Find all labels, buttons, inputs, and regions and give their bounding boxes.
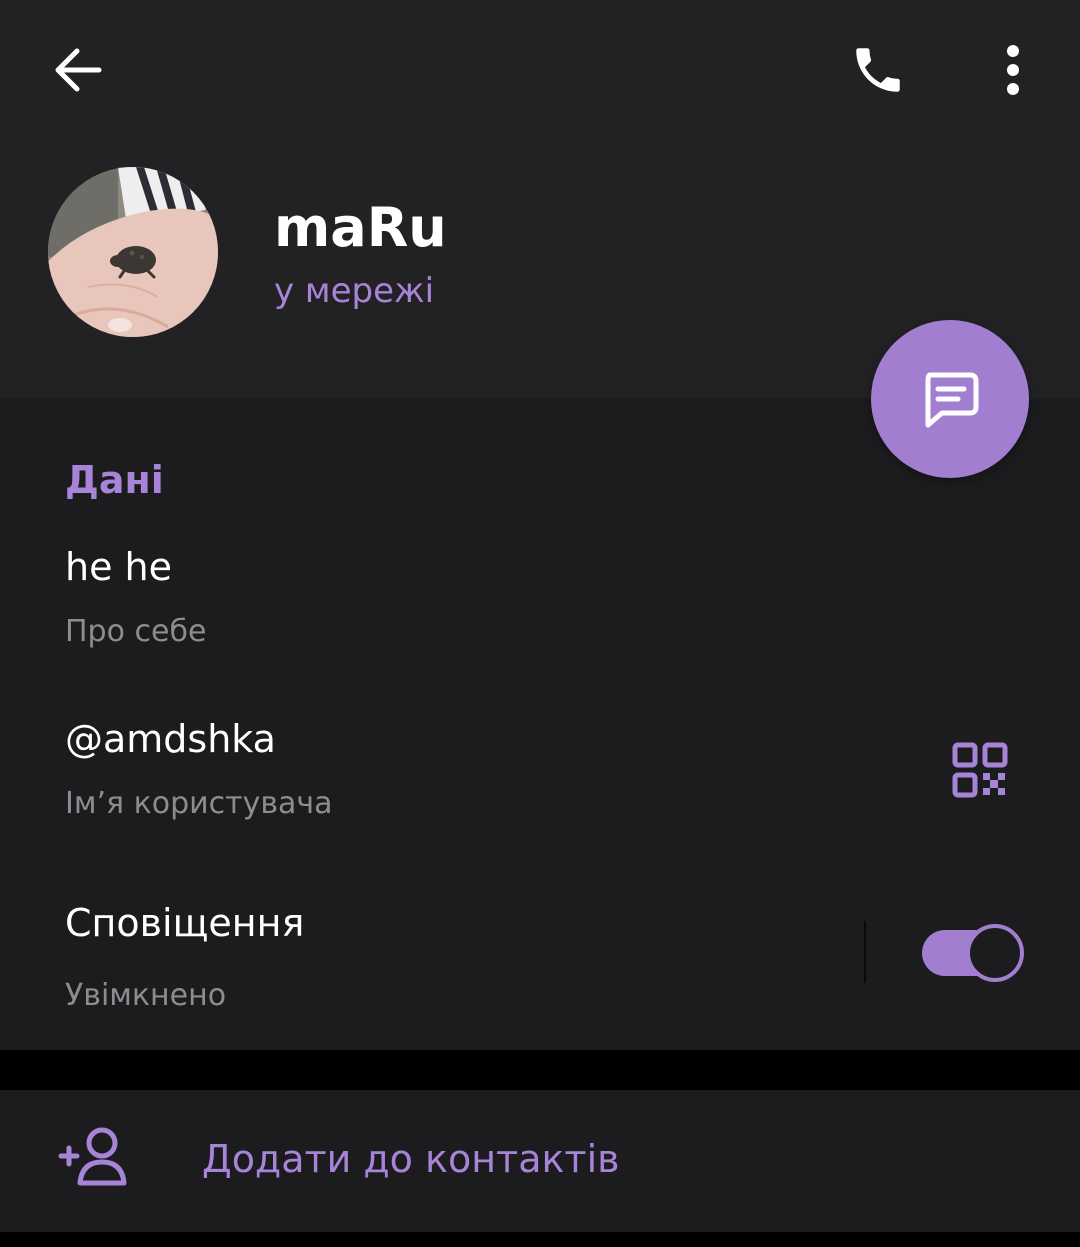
online-status: у мережі — [274, 271, 435, 311]
message-icon — [925, 372, 979, 428]
qr-code-icon — [952, 742, 1008, 798]
arrow-left-icon — [55, 48, 102, 92]
back-button[interactable] — [38, 30, 118, 110]
more-vertical-icon — [1007, 45, 1019, 95]
notifications-toggle[interactable] — [922, 924, 1024, 982]
notifications-title: Сповіщення — [65, 901, 305, 945]
avatar-photo — [48, 167, 218, 337]
username-value: @amdshka — [65, 717, 276, 761]
profile-name: maRu — [274, 196, 447, 259]
notifications-status: Увімкнено — [65, 978, 227, 1013]
section-title-info: Дані — [65, 458, 164, 502]
toggle-knob — [966, 924, 1024, 982]
bio-label: Про себе — [65, 614, 207, 649]
username-label: Ім’я користувача — [65, 786, 333, 821]
add-contact-label: Додати до контактів — [202, 1137, 620, 1181]
add-user-icon — [58, 1127, 127, 1186]
more-options-button[interactable] — [973, 30, 1053, 110]
avatar[interactable] — [48, 167, 218, 337]
send-message-button[interactable] — [871, 320, 1029, 478]
vertical-divider — [864, 921, 866, 983]
call-button[interactable] — [838, 30, 918, 110]
qr-code-button[interactable] — [938, 728, 1022, 812]
bio-value: he he — [65, 545, 173, 589]
phone-icon — [856, 48, 900, 92]
